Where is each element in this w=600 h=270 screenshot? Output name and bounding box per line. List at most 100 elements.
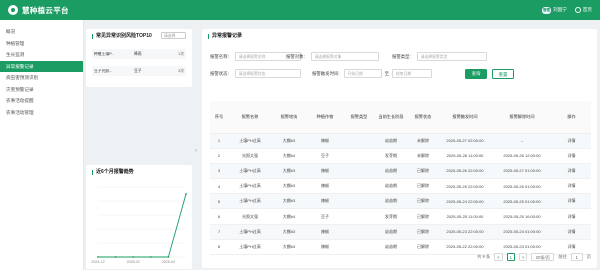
- cell-status: 已解除: [408, 239, 438, 256]
- sidebar-item-overview[interactable]: 概况: [0, 26, 83, 38]
- alarm-type-select[interactable]: 请选择报警类型: [416, 52, 487, 61]
- end-date-input[interactable]: 结束日期: [391, 69, 432, 78]
- detail-link[interactable]: 详情: [552, 133, 591, 149]
- cell-trigger-time: 2025-05-24 22:00:00: [438, 193, 492, 210]
- sidebar-item-planting[interactable]: 种植管理: [0, 38, 83, 50]
- pager-prev-button[interactable]: <: [494, 253, 503, 261]
- filter-alarm-time-label: 报警触发时间:: [312, 70, 340, 76]
- cell-alarm-name: 土壤PH过高: [228, 178, 272, 195]
- cell-status: 已解除: [408, 163, 438, 180]
- col-header: 报警状态: [408, 101, 438, 134]
- cell-stage: 幼苗期: [374, 224, 408, 240]
- cell-crop: 辣椒: [306, 163, 344, 180]
- cell-alarm-name: 土壤PH过高: [228, 239, 272, 256]
- cell-alarm-type: [344, 224, 374, 240]
- sidebar-item-farm-reminders[interactable]: 农事活动提醒: [0, 95, 83, 107]
- cell-stage: 发芽期: [374, 148, 408, 164]
- cell-alarm-type: [344, 178, 374, 195]
- cell-stage: 幼苗期: [374, 193, 408, 210]
- cell-no: 8: [210, 239, 228, 256]
- filter-alarm-object-label: 报警对象:: [286, 53, 305, 59]
- cell-no: 6: [210, 208, 228, 225]
- sidebar-item-growth[interactable]: 生长监测: [0, 49, 83, 61]
- col-header: 报警解除时间: [492, 101, 552, 134]
- detail-link[interactable]: 详情: [552, 193, 591, 210]
- pager-next-button[interactable]: >: [518, 253, 528, 261]
- pager-goto-input[interactable]: 1: [570, 253, 583, 261]
- cell-release-time: 2025-05-27 01:00:00: [492, 163, 552, 180]
- trend-line: [98, 193, 187, 258]
- panel-collapse-handle[interactable]: ‹: [193, 146, 199, 156]
- detail-link[interactable]: 详情: [552, 148, 591, 164]
- detail-link[interactable]: 详情: [552, 178, 591, 195]
- home-icon: [574, 7, 581, 13]
- alarm-table: 序号 报警名称 报警地块 种植作物 报警类型 当前生长阶段 报警状态 报警触发时…: [210, 101, 591, 256]
- pager-page-1[interactable]: 1: [506, 253, 515, 261]
- cell-stage: 幼苗期: [374, 178, 408, 195]
- cell-trigger-time: 2025-05-26 11:00:00: [438, 148, 492, 164]
- top10-title: 常见异常识别风险TOP10: [92, 34, 152, 39]
- col-header: 操作: [552, 101, 591, 134]
- trend-point: [185, 193, 187, 195]
- table-row: 4 土壤PH过高 大棚#3 辣椒 幼苗期 已解除 2025-05-25 22:00:00 20…: [210, 178, 591, 195]
- sidebar-item-alarm-records[interactable]: 异常报警记录: [0, 60, 83, 72]
- trend-point: [167, 256, 170, 258]
- pager-total: 共 9 条: [477, 254, 491, 259]
- cell-status: 已解除: [408, 193, 438, 210]
- reset-button[interactable]: 重置: [492, 68, 514, 79]
- cell-release-time: 2025-05-25 16:00:00: [492, 208, 552, 225]
- sidebar-item-disaster-alerts[interactable]: 灾害预警记录: [0, 84, 83, 96]
- page-size-select[interactable]: 20条/页: [531, 253, 555, 261]
- cell-alarm-name: 土壤PH过高: [228, 133, 272, 149]
- top10-row-name: 种植土壤P...: [94, 51, 115, 56]
- trend-point: [114, 256, 117, 258]
- cell-alarm-name: 土壤PH过高: [228, 224, 272, 240]
- cell-release-time: 2025-05-26 12:00:00: [492, 148, 552, 164]
- cell-plot: 大棚#3: [272, 193, 306, 210]
- start-date-input[interactable]: 开始日期: [343, 69, 382, 78]
- top10-row: 种植土壤P... 降雨 1次: [92, 49, 186, 59]
- cell-alarm-name: 土壤PH过高: [228, 163, 272, 180]
- col-header: 种植作物: [306, 101, 344, 134]
- home-label: 首页: [582, 7, 592, 12]
- alarm-status-select[interactable]: 请选择报警状态: [234, 69, 301, 78]
- sidebar-item-farm-management[interactable]: 农事活动管理: [0, 107, 83, 119]
- top10-panel: 常见异常识别风险TOP10 请选择 种植土壤P... 降雨 1次 豆子光照...…: [86, 29, 192, 87]
- cell-plot: 大棚#3: [272, 133, 306, 149]
- cell-stage: 幼苗期: [374, 133, 408, 149]
- filter-alarm-type: 报警类型: 请选择报警类型: [392, 52, 487, 61]
- alarm-object-select[interactable]: 请选择报警对象: [310, 52, 379, 61]
- cell-release-time: --: [492, 133, 552, 149]
- col-header: 报警地块: [272, 101, 306, 134]
- user-menu[interactable]: 管理 刘国宁: [542, 6, 567, 14]
- detail-link[interactable]: 详情: [552, 208, 591, 225]
- app-title: 慧种植云平台: [22, 5, 69, 15]
- detail-link[interactable]: 详情: [552, 163, 591, 180]
- cell-stage: 幼苗期: [374, 163, 408, 180]
- table-row: 3 土壤PH过高 大棚#3 辣椒 幼苗期 已解除 2025-05-26 22:00:00 20…: [210, 163, 591, 180]
- cell-trigger-time: 2025-05-27 02:00:00: [438, 133, 492, 149]
- cell-release-time: 2025-05-24 01:00:00: [492, 224, 552, 240]
- home-link[interactable]: 首页: [574, 7, 592, 13]
- cell-trigger-time: 2025-05-25 22:00:00: [438, 178, 492, 195]
- table-row: 5 土壤PH过高 大棚#3 辣椒 幼苗期 已解除 2025-05-24 22:00:00 20…: [210, 193, 591, 210]
- table-row: 2 光照太强 大棚#4 豆子 发芽期 未解除 2025-05-26 11:00:00 2025…: [210, 148, 591, 164]
- sidebar: 概况 种植管理 生长监测 异常报警记录 病虫害预测识别 灾害预警记录 农事活动提…: [0, 20, 84, 270]
- cell-status: 未解除: [408, 148, 438, 164]
- table-row: 6 光照太强 大棚#4 豆子 发芽期 已解除 2025-05-25 11:00:00 2025…: [210, 208, 591, 225]
- filter-alarm-type-label: 报警类型:: [392, 53, 411, 59]
- query-button[interactable]: 查询: [465, 68, 487, 79]
- top10-row-type: 降雨: [134, 51, 142, 56]
- cell-status: 已解除: [408, 224, 438, 240]
- detail-link[interactable]: 详情: [552, 224, 591, 240]
- top10-filter-select[interactable]: 请选择: [161, 32, 186, 39]
- top-right-area: 管理 刘国宁 首页: [542, 6, 592, 14]
- top10-row-count: 1次: [178, 51, 184, 56]
- main-title: 异常报警记录: [208, 34, 242, 39]
- sidebar-item-pest-forecast[interactable]: 病虫害预测识别: [0, 72, 83, 84]
- col-header: 报警类型: [344, 101, 374, 134]
- cell-release-time: 2025-05-26 01:00:00: [492, 178, 552, 195]
- trend-point: [149, 256, 152, 258]
- cell-plot: 大棚#3: [272, 239, 306, 256]
- cell-plot: 大棚#4: [272, 208, 306, 225]
